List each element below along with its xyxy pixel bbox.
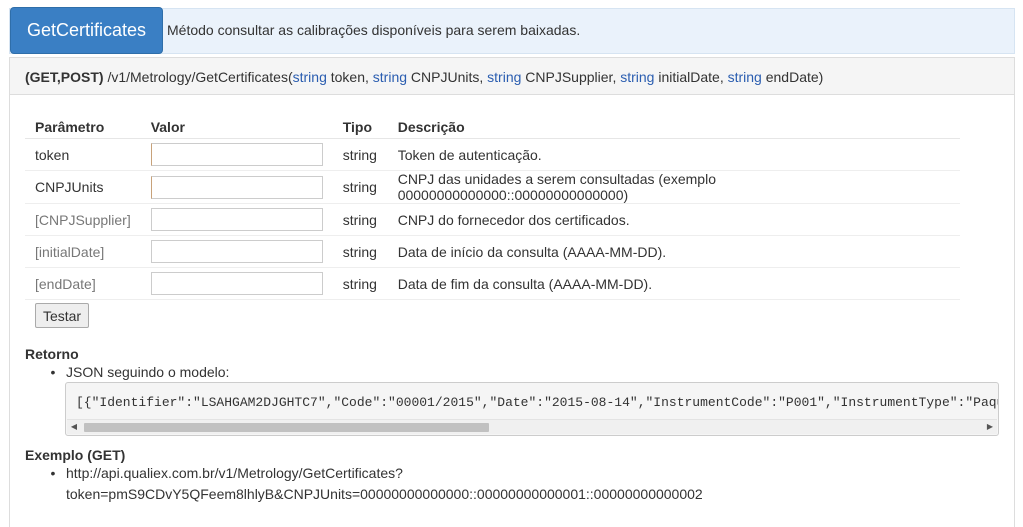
param-name-cell: [endDate] bbox=[25, 267, 141, 300]
type-cell: string bbox=[332, 138, 388, 171]
type-cell: string bbox=[332, 267, 388, 300]
param-name: token bbox=[330, 69, 365, 85]
type-cell: string bbox=[332, 203, 388, 236]
header-tipo: Tipo bbox=[332, 115, 388, 139]
table-row: [endDate] string Data de fim da consulta… bbox=[25, 267, 960, 300]
param-type: string bbox=[372, 69, 408, 85]
cnpj-units-input[interactable] bbox=[150, 175, 323, 199]
param-name-cell: [initialDate] bbox=[25, 235, 141, 268]
param-name: endDate bbox=[765, 69, 819, 85]
description-cell: CNPJ do fornecedor dos certificados. bbox=[387, 203, 960, 236]
endpoint-path: /v1/Metrology/GetCertificates( bbox=[107, 69, 293, 85]
param-name-cell: token bbox=[25, 138, 141, 171]
table-row: [initialDate] string Data de início da c… bbox=[25, 235, 960, 268]
param-type: string bbox=[620, 69, 655, 85]
param-type: string bbox=[292, 69, 327, 85]
param-type: string bbox=[487, 69, 522, 85]
param-sep: ) bbox=[818, 69, 824, 85]
return-description: JSON seguindo o modelo: bbox=[66, 364, 230, 380]
example-url-line1: http://api.qualiex.com.br/v1/Metrology/G… bbox=[66, 465, 403, 481]
header-parametro: Parâmetro bbox=[25, 115, 141, 139]
param-sep: , bbox=[479, 69, 488, 85]
end-date-input[interactable] bbox=[150, 272, 323, 295]
example-title: Exemplo (GET) bbox=[25, 447, 126, 463]
table-row: CNPJUnits string CNPJ das unidades a ser… bbox=[25, 170, 960, 204]
cnpj-supplier-input[interactable] bbox=[150, 208, 323, 231]
return-title: Retorno bbox=[25, 346, 79, 362]
signature-bar: (GET,POST) /v1/Metrology/GetCertificates… bbox=[10, 58, 1014, 95]
scroll-left-icon[interactable]: ◀ bbox=[67, 421, 81, 433]
method-name-button[interactable]: GetCertificates bbox=[10, 7, 163, 54]
horizontal-scrollbar[interactable]: ◀ ▶ bbox=[67, 419, 997, 434]
value-cell bbox=[140, 138, 333, 171]
param-name-cell: [CNPJSupplier] bbox=[25, 203, 141, 236]
scroll-thumb[interactable] bbox=[84, 423, 489, 432]
json-model-code: [{"Identifier":"LSAHGAM2DJGHTC7","Code":… bbox=[76, 395, 999, 410]
param-type: string bbox=[727, 69, 762, 85]
description-cell: Data de início da consulta (AAAA-MM-DD). bbox=[387, 235, 960, 268]
scroll-right-icon[interactable]: ▶ bbox=[983, 421, 997, 433]
value-cell bbox=[140, 267, 333, 300]
value-cell bbox=[140, 170, 333, 204]
type-cell: string bbox=[332, 235, 388, 268]
param-name-cell: CNPJUnits bbox=[25, 170, 141, 204]
method-description: Método consultar as calibrações disponív… bbox=[167, 22, 581, 38]
description-cell: Data de fim da consulta (AAAA-MM-DD). bbox=[387, 267, 960, 300]
param-name: CNPJSupplier bbox=[525, 69, 613, 85]
type-cell: string bbox=[332, 170, 388, 204]
value-cell bbox=[140, 203, 333, 236]
json-model-code-box[interactable]: [{"Identifier":"LSAHGAM2DJGHTC7","Code":… bbox=[65, 382, 999, 436]
token-input[interactable] bbox=[150, 143, 323, 166]
param-name: CNPJUnits bbox=[410, 69, 480, 85]
http-verbs: (GET,POST) bbox=[25, 69, 104, 85]
example-url-line2: token=pmS9CDvY5QFeem8lhlyB&CNPJUnits=000… bbox=[66, 486, 703, 502]
test-button[interactable]: Testar bbox=[35, 303, 89, 328]
initial-date-input[interactable] bbox=[150, 240, 323, 263]
table-row: token string Token de autenticação. bbox=[25, 138, 960, 171]
parameters-table: Parâmetro Valor Tipo Descrição token str… bbox=[25, 115, 960, 300]
param-name: initialDate bbox=[658, 69, 720, 85]
table-row: [CNPJSupplier] string CNPJ do fornecedor… bbox=[25, 203, 960, 236]
param-sep: , bbox=[719, 69, 728, 85]
method-signature: (GET,POST) /v1/Metrology/GetCertificates… bbox=[25, 69, 823, 85]
table-header-row: Parâmetro Valor Tipo Descrição bbox=[25, 115, 960, 139]
bullet-icon: • bbox=[50, 465, 56, 481]
description-cell: CNPJ das unidades a serem consultadas (e… bbox=[387, 170, 960, 204]
header-descricao: Descrição bbox=[387, 115, 960, 139]
header-valor: Valor bbox=[140, 115, 333, 139]
description-cell: Token de autenticação. bbox=[387, 138, 960, 171]
param-sep: , bbox=[365, 69, 373, 85]
bullet-icon: • bbox=[50, 364, 56, 380]
value-cell bbox=[140, 235, 333, 268]
